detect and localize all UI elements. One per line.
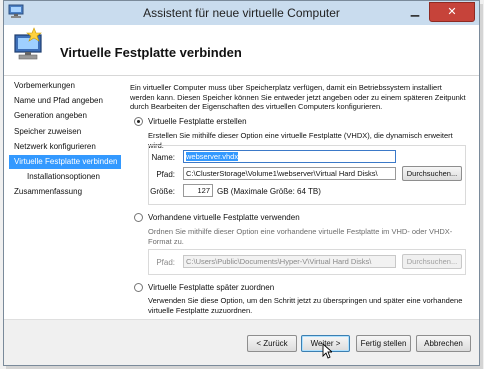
disk-name-value: webserver.vhdx bbox=[186, 152, 239, 161]
radio-button-selected[interactable] bbox=[134, 117, 143, 126]
existing-path-label: Pfad: bbox=[156, 258, 175, 267]
mouse-pointer-icon bbox=[322, 343, 332, 359]
existing-path-value: C:\Users\Public\Documents\Hyper-V\Virtua… bbox=[186, 257, 372, 266]
sidebar-item-vorbemerkungen[interactable]: Vorbemerkungen bbox=[9, 79, 121, 93]
page-title: Virtuelle Festplatte verbinden bbox=[60, 45, 242, 60]
radio-button-unselected[interactable] bbox=[134, 213, 143, 222]
disk-path-input[interactable]: C:\ClusterStorage\Volume1\webserver\Virt… bbox=[183, 167, 396, 180]
size-label: Größe: bbox=[150, 187, 175, 196]
create-disk-fields: Name: webserver.vhdx Pfad: C:\ClusterSto… bbox=[148, 145, 466, 205]
close-button[interactable]: ✕ bbox=[429, 2, 475, 22]
minimize-icon: ▁ bbox=[410, 5, 420, 17]
sidebar-item-virtuelle-festplatte[interactable]: Virtuelle Festplatte verbinden bbox=[9, 154, 121, 169]
browse-path-button[interactable]: Durchsuchen... bbox=[402, 166, 462, 181]
size-unit-label: GB (Maximale Größe: 64 TB) bbox=[217, 187, 321, 196]
header-divider bbox=[4, 75, 479, 76]
wizard-content: Ein virtueller Computer muss über Speich… bbox=[130, 79, 470, 319]
existing-path-input[interactable]: C:\Users\Public\Documents\Hyper-V\Virtua… bbox=[183, 255, 396, 268]
virtual-machine-wizard-icon bbox=[14, 27, 42, 60]
cancel-button[interactable]: Abbrechen bbox=[416, 335, 471, 352]
sidebar-item-generation[interactable]: Generation angeben bbox=[9, 109, 121, 123]
back-button[interactable]: < Zurück bbox=[247, 335, 297, 352]
wizard-footer: < Zurück Weiter > Fertig stellen Abbrech… bbox=[4, 319, 479, 365]
sidebar-item-name-und-pfad[interactable]: Name und Pfad angeben bbox=[9, 94, 121, 108]
radio-create-disk[interactable]: Virtuelle Festplatte erstellen bbox=[134, 117, 247, 126]
path-label: Pfad: bbox=[156, 170, 175, 179]
name-label: Name: bbox=[151, 153, 175, 162]
sidebar-item-netzwerk[interactable]: Netzwerk konfigurieren bbox=[9, 140, 121, 154]
disk-size-input[interactable]: 127 bbox=[183, 184, 213, 197]
radio-attach-later-label: Virtuelle Festplatte später zuordnen bbox=[148, 283, 275, 292]
attach-later-description: Verwenden Sie diese Option, um den Schri… bbox=[148, 296, 463, 315]
disk-size-value: 127 bbox=[197, 186, 210, 195]
title-bar[interactable]: Assistent für neue virtuelle Computer ▁ … bbox=[4, 1, 479, 25]
finish-button[interactable]: Fertig stellen bbox=[356, 335, 411, 352]
radio-attach-later[interactable]: Virtuelle Festplatte später zuordnen bbox=[134, 283, 274, 292]
window-shadow-right bbox=[480, 4, 483, 368]
existing-disk-fields: Pfad: C:\Users\Public\Documents\Hyper-V\… bbox=[148, 249, 466, 275]
radio-existing-disk[interactable]: Vorhandene virtuelle Festplatte verwende… bbox=[134, 213, 300, 222]
close-icon: ✕ bbox=[447, 6, 457, 18]
wizard-header: Virtuelle Festplatte verbinden bbox=[4, 25, 479, 75]
intro-text: Ein virtueller Computer muss über Speich… bbox=[130, 83, 466, 111]
existing-disk-description: Ordnen Sie mithilfe dieser Option eine v… bbox=[148, 227, 453, 246]
wizard-window: Assistent für neue virtuelle Computer ▁ … bbox=[3, 0, 480, 366]
browse-existing-button[interactable]: Durchsuchen... bbox=[402, 254, 462, 269]
radio-existing-disk-label: Vorhandene virtuelle Festplatte verwende… bbox=[148, 213, 300, 222]
wizard-steps-sidebar: Vorbemerkungen Name und Pfad angeben Gen… bbox=[9, 79, 121, 319]
minimize-button[interactable]: ▁ bbox=[404, 2, 426, 20]
disk-path-value: C:\ClusterStorage\Volume1\webserver\Virt… bbox=[186, 169, 378, 178]
radio-create-disk-label: Virtuelle Festplatte erstellen bbox=[148, 117, 247, 126]
sidebar-item-zusammenfassung[interactable]: Zusammenfassung bbox=[9, 185, 121, 199]
radio-button-unselected[interactable] bbox=[134, 283, 143, 292]
sidebar-item-speicher[interactable]: Speicher zuweisen bbox=[9, 125, 121, 139]
disk-name-input[interactable]: webserver.vhdx bbox=[183, 150, 396, 163]
sidebar-item-installationsoptionen[interactable]: Installationsoptionen bbox=[9, 170, 121, 184]
